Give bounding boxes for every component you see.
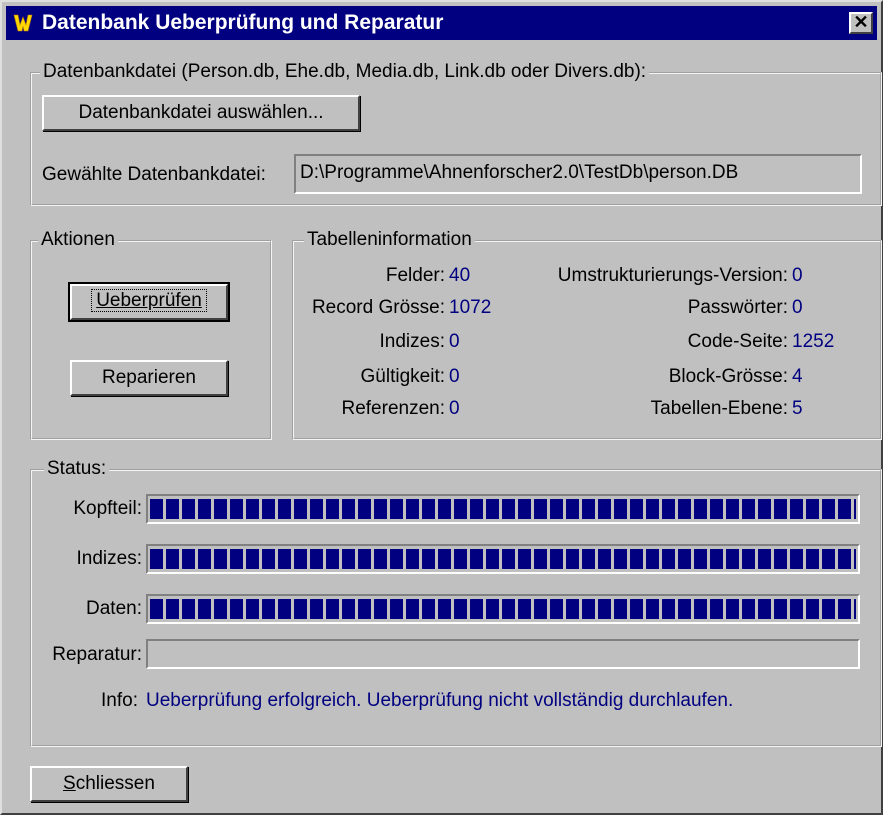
- info-value-restructure-version: 0: [792, 265, 803, 286]
- info-label-block-size: Block-Grösse:: [668, 366, 788, 387]
- info-value-passwords: 0: [792, 297, 803, 318]
- close-button-label: chliessen: [75, 773, 155, 794]
- info-label-record-size: Record Grösse:: [311, 297, 445, 318]
- info-value-fields: 40: [449, 265, 471, 286]
- progress-fill-data: [150, 599, 856, 619]
- progress-bar-data: [146, 594, 860, 624]
- status-group-label: Status:: [44, 458, 110, 480]
- table-info-group-label: Tabelleninformation: [304, 229, 475, 251]
- info-label-validity: Gültigkeit:: [360, 366, 445, 387]
- info-label-fields: Felder:: [385, 265, 445, 286]
- info-value-references: 0: [449, 398, 460, 419]
- close-button-mnemonic: S: [63, 773, 76, 794]
- title-bar[interactable]: Datenbank Ueberprüfung und Reparatur ✕: [6, 6, 877, 40]
- progress-fill-header: [150, 499, 856, 519]
- progress-label-repair: Reparatur:: [52, 644, 142, 665]
- select-database-button[interactable]: Datenbankdatei auswählen...: [42, 95, 360, 131]
- database-file-group-label: Datenbankdatei (Person.db, Ehe.db, Media…: [40, 61, 650, 83]
- info-label-code-page: Code-Seite:: [687, 331, 788, 352]
- check-button-label: Ueberprüfen: [91, 289, 207, 312]
- progress-label-indexes: Indizes:: [76, 548, 142, 569]
- check-button[interactable]: Ueberprüfen: [68, 282, 230, 322]
- info-value-indexes: 0: [449, 331, 460, 352]
- info-label-restructure-version: Umstrukturierungs-Version:: [557, 265, 788, 286]
- repair-button[interactable]: Reparieren: [70, 360, 228, 396]
- info-value-validity: 0: [449, 366, 460, 387]
- info-value-record-size: 1072: [449, 297, 492, 318]
- actions-group: Aktionen: [30, 229, 272, 440]
- selected-database-value: D:\Programme\Ahnenforscher2.0\TestDb\per…: [300, 162, 739, 183]
- progress-fill-indexes: [150, 549, 856, 569]
- dialog-window: Datenbank Ueberprüfung und Reparatur ✕ D…: [0, 0, 883, 815]
- repair-button-label: Reparieren: [102, 367, 196, 388]
- window-title: Datenbank Ueberprüfung und Reparatur: [42, 11, 444, 34]
- progress-label-data: Daten:: [86, 598, 142, 619]
- actions-group-label: Aktionen: [38, 229, 118, 251]
- close-icon[interactable]: ✕: [849, 12, 873, 34]
- info-value-code-page: 1252: [792, 331, 835, 352]
- close-button[interactable]: Schliessen: [30, 766, 188, 802]
- info-label-table-level: Tabellen-Ebene:: [650, 398, 788, 419]
- info-label-indexes: Indizes:: [379, 331, 445, 352]
- progress-bar-repair: [146, 639, 860, 669]
- info-value-table-level: 5: [792, 398, 803, 419]
- progress-bar-indexes: [146, 544, 860, 574]
- progress-label-header: Kopfteil:: [73, 498, 142, 519]
- info-value-block-size: 4: [792, 366, 803, 387]
- info-label-passwords: Passwörter:: [687, 297, 788, 318]
- selected-database-label: Gewählte Datenbankdatei:: [42, 164, 266, 185]
- info-label: Info:: [101, 690, 138, 711]
- app-logo-icon: [12, 12, 34, 34]
- select-database-label: Datenbankdatei auswählen...: [78, 102, 324, 123]
- info-label-references: Referenzen:: [341, 398, 445, 419]
- progress-bar-header: [146, 494, 860, 524]
- selected-database-field: D:\Programme\Ahnenforscher2.0\TestDb\per…: [294, 154, 862, 194]
- info-message: Ueberprüfung erfolgreich. Ueberprüfung n…: [146, 690, 734, 711]
